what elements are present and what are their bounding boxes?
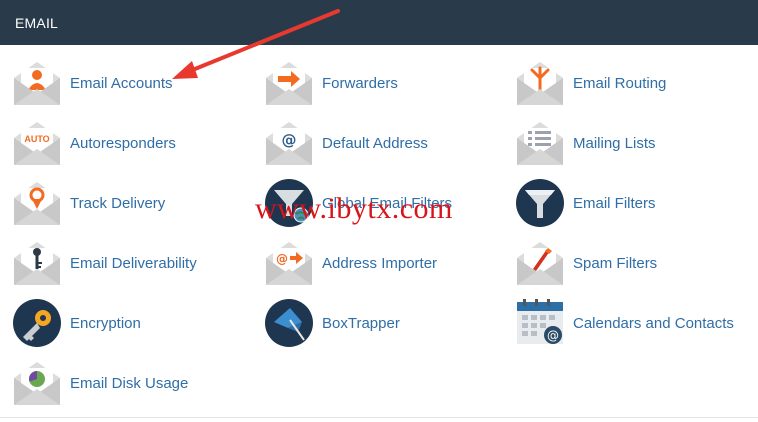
section-title: EMAIL (15, 15, 59, 31)
address-importer-icon: @ (264, 238, 314, 288)
global-email-filters-icon (264, 178, 314, 228)
default-address-link[interactable]: @ Default Address (252, 116, 428, 170)
email-deliverability-label: Email Deliverability (70, 254, 197, 272)
track-delivery-label: Track Delivery (70, 194, 166, 212)
global-email-filters-link[interactable]: Global Email Filters (252, 176, 452, 230)
email-disk-usage-label: Email Disk Usage (70, 374, 189, 392)
track-delivery-link[interactable]: Track Delivery (0, 176, 165, 230)
track-delivery-icon (12, 178, 62, 228)
mailing-lists-label: Mailing Lists (573, 134, 656, 152)
forwarders-link[interactable]: Forwarders (252, 56, 398, 110)
mailing-lists-icon (515, 118, 565, 168)
email-filters-link[interactable]: Email Filters (503, 176, 656, 230)
autoresponders-label: Autoresponders (70, 134, 176, 152)
address-importer-label: Address Importer (322, 254, 438, 272)
email-disk-usage-link[interactable]: Email Disk Usage (0, 356, 188, 410)
encryption-link[interactable]: Encryption (0, 296, 141, 350)
email-deliverability-link[interactable]: Email Deliverability (0, 236, 197, 290)
default-address-icon: @ (264, 118, 314, 168)
boxtrapper-icon (264, 298, 314, 348)
email-section-header: EMAIL (0, 0, 758, 45)
email-filters-label: Email Filters (573, 194, 656, 212)
forwarders-icon (264, 58, 314, 108)
email-accounts-icon (12, 58, 62, 108)
autoresponders-icon: AUTO (12, 118, 62, 168)
spam-filters-icon (515, 238, 565, 288)
calendars-contacts-icon: @ (515, 298, 565, 348)
svg-text:@: @ (547, 329, 559, 343)
svg-text:@: @ (276, 252, 288, 266)
boxtrapper-label: BoxTrapper (322, 314, 400, 332)
address-importer-link[interactable]: @ Address Importer (252, 236, 437, 290)
svg-text:@: @ (282, 131, 297, 149)
email-filters-icon (515, 178, 565, 228)
spam-filters-label: Spam Filters (573, 254, 658, 272)
encryption-label: Encryption (70, 314, 141, 332)
mailing-lists-link[interactable]: Mailing Lists (503, 116, 656, 170)
global-email-filters-label: Global Email Filters (322, 194, 453, 212)
autoresponders-link[interactable]: AUTO Autoresponders (0, 116, 176, 170)
email-routing-icon (515, 58, 565, 108)
panel-bottom-border (0, 417, 758, 418)
email-routing-label: Email Routing (573, 74, 667, 92)
email-accounts-link[interactable]: Email Accounts (0, 56, 173, 110)
default-address-label: Default Address (322, 134, 428, 152)
spam-filters-link[interactable]: Spam Filters (503, 236, 657, 290)
calendars-contacts-label: Calendars and Contacts (573, 314, 734, 332)
email-deliverability-icon (12, 238, 62, 288)
auto-badge-text: AUTO (24, 134, 49, 144)
encryption-icon (12, 298, 62, 348)
email-routing-link[interactable]: Email Routing (503, 56, 666, 110)
forwarders-label: Forwarders (322, 74, 398, 92)
calendars-contacts-link[interactable]: @ Calendars and Contacts (503, 296, 734, 350)
email-accounts-label: Email Accounts (70, 74, 173, 92)
email-disk-usage-icon (12, 358, 62, 408)
boxtrapper-link[interactable]: BoxTrapper (252, 296, 400, 350)
